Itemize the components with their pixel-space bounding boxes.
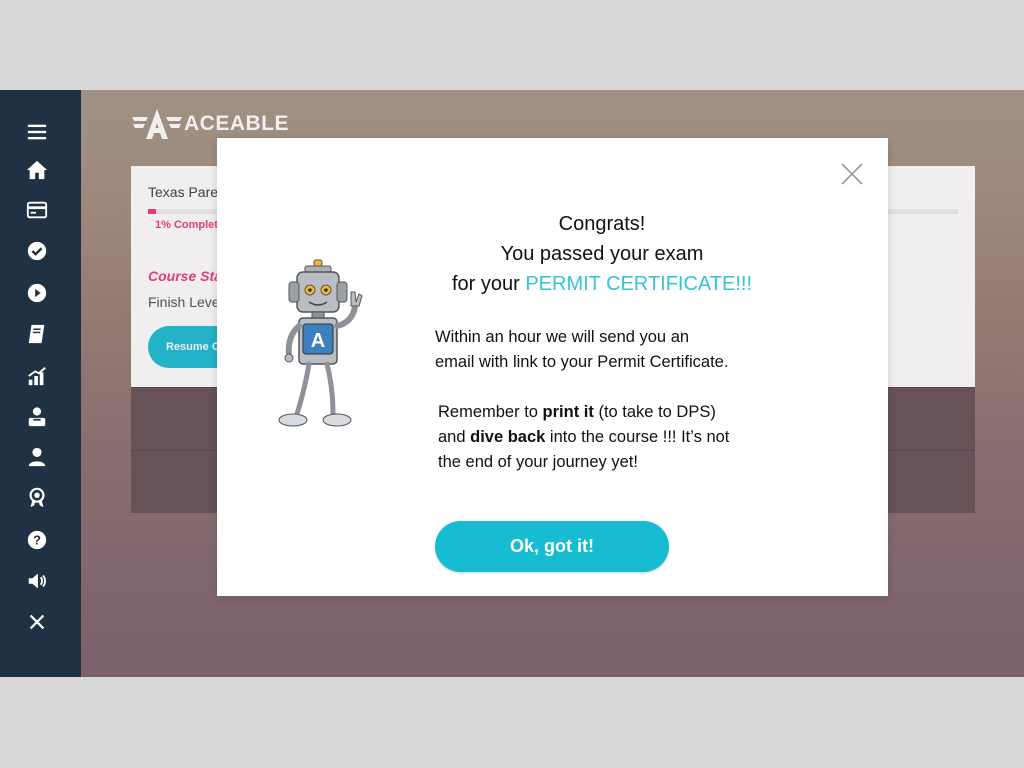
dive-back-emphasis: dive back: [470, 428, 546, 446]
print-it-emphasis: print it: [542, 403, 594, 421]
volume-icon[interactable]: [22, 566, 52, 596]
congrats-modal: A Congrats! You passed your exam for you…: [217, 138, 888, 596]
home-icon[interactable]: [22, 155, 52, 185]
credit-card-icon[interactable]: [22, 195, 52, 225]
modal-subheadline: You passed your exam: [500, 243, 704, 265]
check-circle-icon[interactable]: [22, 236, 52, 266]
svg-text:?: ?: [33, 533, 41, 548]
play-circle-icon[interactable]: [22, 278, 52, 308]
close-icon[interactable]: [840, 162, 864, 186]
reminder-text-part: Remember to: [438, 403, 543, 421]
book-icon[interactable]: [22, 319, 52, 349]
robot-mascot-icon: A: [278, 259, 363, 427]
certificate-highlight: PERMIT CERTIFICATE!!!: [525, 273, 753, 295]
award-icon[interactable]: [22, 483, 52, 513]
reminder-line: and dive back into the course !!! It’s n…: [438, 425, 729, 450]
reminder-text-part: and: [438, 428, 471, 446]
sidebar: ?: [0, 90, 81, 677]
bar-chart-icon[interactable]: [22, 361, 52, 391]
user-icon[interactable]: [22, 442, 52, 472]
reminder-line: the end of your journey yet!: [438, 453, 638, 471]
email-notice: Within an hour we will send you an email…: [435, 325, 728, 375]
student-icon[interactable]: [22, 402, 52, 432]
reminder-text-part: into the course !!! It’s not: [545, 428, 730, 446]
app-window: ? ACEABLE Texas Parer 1% Complete Course…: [0, 90, 1024, 677]
reminder-text-part: (to take to DPS): [593, 403, 716, 421]
close-icon[interactable]: [22, 607, 52, 637]
modal-headline: Congrats!: [558, 213, 646, 235]
ok-got-it-button[interactable]: Ok, got it!: [435, 521, 669, 572]
certificate-prefix: for your: [451, 273, 526, 295]
svg-text:A: A: [311, 330, 325, 352]
reminder-text: Remember to print it (to take to DPS) an…: [438, 400, 729, 475]
email-notice-line: email with link to your Permit Certifica…: [435, 353, 729, 371]
email-notice-line: Within an hour we will send you an: [435, 328, 690, 346]
modal-certificate-line: for your PERMIT CERTIFICATE!!!: [427, 273, 777, 296]
menu-icon[interactable]: [22, 117, 52, 147]
reminder-line: Remember to print it (to take to DPS): [438, 400, 729, 425]
help-icon[interactable]: ?: [22, 525, 52, 555]
